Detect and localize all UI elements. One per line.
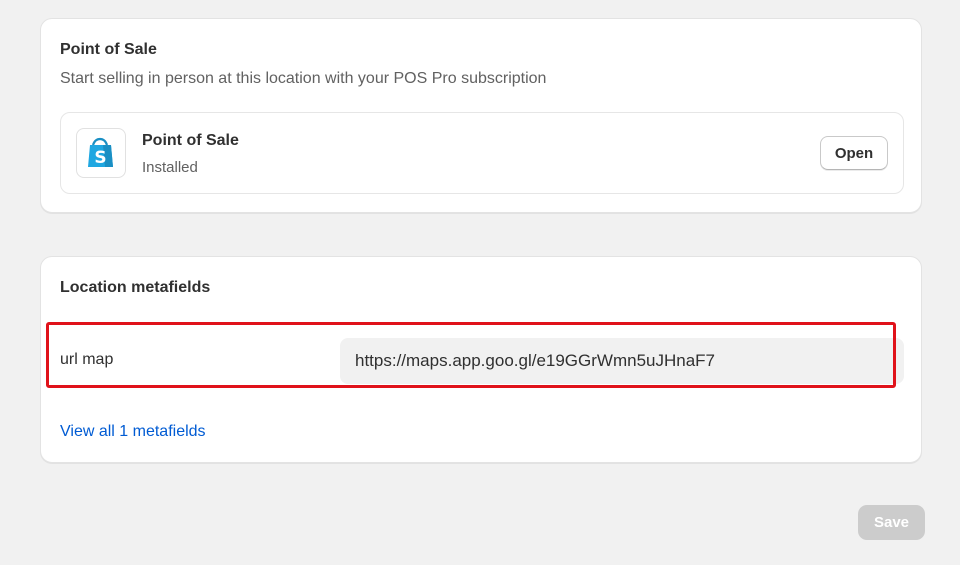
pos-app-row: S Point of Sale Installed Open	[60, 112, 904, 194]
pos-card-subtitle: Start selling in person at this location…	[60, 70, 547, 87]
metafields-card-title: Location metafields	[60, 279, 211, 296]
point-of-sale-card: Point of Sale Start selling in person at…	[40, 18, 922, 213]
pos-app-status: Installed	[142, 159, 198, 176]
view-all-metafields-link[interactable]: View all 1 metafields	[60, 423, 206, 441]
location-metafields-card: Location metafields url map View all 1 m…	[40, 256, 922, 463]
svg-text:S: S	[94, 148, 106, 168]
pos-card-title: Point of Sale	[60, 41, 157, 58]
shopify-bag-icon-graphic: S	[88, 137, 113, 168]
metafield-label: url map	[60, 351, 114, 368]
pos-app-name: Point of Sale	[142, 132, 239, 149]
open-pos-button[interactable]: Open	[820, 136, 888, 170]
url-map-input[interactable]	[340, 338, 904, 384]
save-button[interactable]: Save	[858, 505, 925, 540]
shopify-bag-icon: S	[76, 128, 126, 178]
metafield-row-url-map: url map	[60, 336, 904, 384]
